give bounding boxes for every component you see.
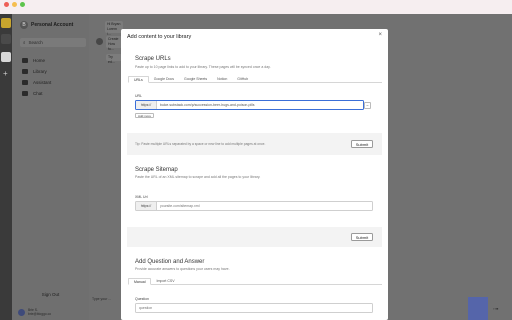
chat-tools: ▫ ▪▪	[493, 306, 498, 311]
library-icon	[22, 69, 28, 74]
chat-icon	[22, 91, 28, 96]
section-description: Paste the URL of an XML sitemap to scrap…	[135, 175, 261, 179]
url-field: https://	[135, 100, 364, 110]
remove-url-button[interactable]: −	[364, 102, 371, 109]
question-field	[135, 303, 373, 313]
sidebar-item-label: Chat	[33, 91, 43, 96]
home-icon	[22, 58, 28, 63]
avatar	[18, 308, 25, 316]
xml-url-label: XML Url	[135, 195, 148, 199]
tab-google-docs[interactable]: Google Docs	[149, 76, 179, 83]
sign-out-button[interactable]: Sign Out	[12, 292, 89, 297]
window-titlebar	[0, 0, 512, 14]
tab-import-csv[interactable]: Import CSV	[151, 278, 179, 285]
sitemap-field: https://	[135, 201, 373, 211]
sitemap-input[interactable]	[157, 202, 372, 210]
tab-manual[interactable]: Manual	[128, 278, 152, 285]
tab-urls[interactable]: URLs	[128, 76, 149, 83]
account-avatar: B	[20, 21, 28, 29]
url-label: URL	[135, 94, 143, 98]
sitemap-footer: Submit	[127, 227, 382, 247]
url-footer: Tip: Paste multiple URLs separated by a …	[127, 133, 382, 155]
message-card: Create How fu...	[106, 36, 122, 51]
sidebar-item-label: Home	[33, 58, 46, 63]
message-line: How fu...	[108, 42, 116, 51]
close-icon[interactable]: ×	[378, 32, 382, 38]
account-name: Personal Account	[31, 22, 74, 28]
url-input[interactable]	[157, 101, 363, 109]
close-window-button[interactable]	[4, 2, 9, 7]
send-button[interactable]	[468, 297, 488, 320]
section-description: Provide accurate answers to questions yo…	[135, 267, 230, 271]
tab-google-sheets[interactable]: Google Sheets	[179, 76, 212, 83]
question-label: Question	[135, 297, 150, 301]
add-content-modal: Add content to your library × Scrape URL…	[121, 29, 388, 320]
workspace-home-icon[interactable]	[1, 52, 11, 62]
minimize-window-button[interactable]	[12, 2, 17, 7]
submit-sitemap-button[interactable]: Submit	[351, 233, 373, 241]
add-more-button[interactable]: Add more	[135, 113, 155, 118]
sidebar-item-label: Library	[33, 69, 47, 74]
submit-urls-button[interactable]: Submit	[351, 140, 373, 148]
user-email: brie@bloggo.co	[28, 312, 52, 316]
url-prefix: https://	[136, 101, 157, 109]
sidebar-item-assistant[interactable]: Assistant	[22, 80, 51, 85]
sidebar-item-home[interactable]: Home	[22, 58, 45, 63]
section-description: Paste up to 10 page links to add to your…	[135, 65, 271, 69]
search-placeholder: Search	[28, 40, 43, 45]
tab-notion[interactable]: Notion	[212, 76, 232, 83]
expand-icon[interactable]: ▪▪	[496, 306, 499, 311]
avatar	[96, 38, 103, 45]
message-line: Try ed...	[108, 55, 115, 64]
attach-icon[interactable]: ▫	[493, 306, 494, 311]
search-icon: ⌕	[23, 40, 26, 45]
user-profile[interactable]: Brie S. brie@bloggo.co	[18, 308, 51, 316]
account-switcher[interactable]: B Personal Account	[20, 21, 73, 29]
section-title: Scrape Sitemap	[135, 167, 178, 173]
sitemap-prefix: https://	[136, 202, 157, 210]
sidebar-item-label: Assistant	[33, 80, 52, 85]
tip-text: Tip: Paste multiple URLs separated by a …	[135, 142, 266, 146]
modal-title: Add content to your library	[127, 34, 192, 40]
message-card: Try ed...	[106, 54, 122, 64]
add-workspace-icon[interactable]: +	[3, 70, 8, 78]
sidebar-search[interactable]: ⌕ Search	[20, 38, 86, 47]
workspace-yellow-icon[interactable]	[1, 18, 11, 28]
chat-input[interactable]: Type your ...	[92, 297, 122, 305]
maximize-window-button[interactable]	[20, 2, 25, 7]
section-title: Scrape URLs	[135, 56, 171, 62]
assistant-icon	[22, 80, 28, 85]
section-title: Add Question and Answer	[135, 259, 205, 265]
workspace-gray-icon[interactable]	[1, 34, 11, 44]
question-input[interactable]	[136, 304, 372, 312]
source-tabs: URLs Google Docs Google Sheets Notion Gi…	[128, 76, 382, 83]
tab-github[interactable]: GitHub	[232, 76, 253, 83]
qa-tabs: Manual Import CSV	[128, 278, 382, 285]
sidebar-item-library[interactable]: Library	[22, 69, 47, 74]
sidebar: B Personal Account ⌕ Search Home Library…	[12, 14, 89, 320]
sidebar-item-chat[interactable]: Chat	[22, 91, 43, 96]
workspace-rail: +	[0, 14, 12, 320]
